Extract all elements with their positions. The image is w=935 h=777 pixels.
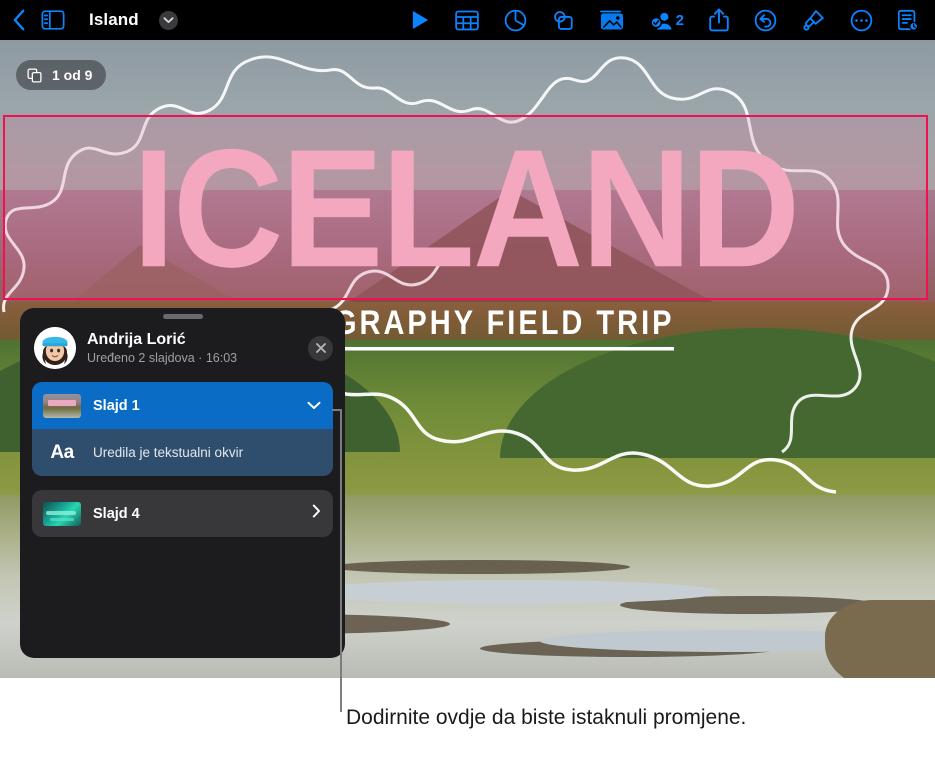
play-icon[interactable] [411,9,430,31]
shape-icon[interactable] [552,9,575,32]
activity-slide-1-detail-label: Uredila je tekstualni okvir [93,445,244,460]
activity-panel[interactable]: Andrija Lorić Uređeno 2 slajdova · 16:03… [20,308,345,658]
paintbrush-icon[interactable] [802,9,825,32]
callout-caption: Dodirnite ovdje da biste istaknuli promj… [346,706,747,729]
app-window: ICELAND GEOGRAPHY FIELD TRIP 1 od 9 Isla… [0,0,935,678]
photo-rock [825,600,935,678]
title-textbox[interactable]: ICELAND [3,115,928,300]
collaborate-icon [649,9,674,31]
close-icon[interactable] [308,335,333,361]
undo-icon[interactable] [754,9,777,32]
chart-icon[interactable] [504,9,527,32]
slide-1-thumbnail [43,393,81,418]
top-toolbar: Island 2 [0,0,935,40]
activity-panel-header: Andrija Lorić Uređeno 2 slajdova · 16:03 [20,319,345,369]
slide-title: ICELAND [132,113,801,302]
user-avatar [34,327,76,369]
collaborate-button[interactable]: 2 [649,9,684,31]
activity-slide-4-row[interactable]: Slajd 4 [32,490,333,537]
document-title[interactable]: Island [89,10,139,30]
slide-4-thumbnail [43,501,81,526]
collaborators-count: 2 [675,11,684,29]
chevron-right-icon[interactable] [312,504,321,523]
ellipsis-icon[interactable] [850,9,873,32]
activity-slide-1-row[interactable]: Slajd 1 [32,382,333,429]
activity-slide-4-label: Slajd 4 [93,505,140,522]
sidebar-toggle-icon[interactable] [41,10,65,30]
back-button[interactable] [12,8,27,32]
activity-slide-1-detail-row[interactable]: Aa Uredila je tekstualni okvir [32,429,333,476]
activity-entry-slide-4: Slajd 4 [32,490,333,537]
activity-person-name: Andrija Lorić [87,330,186,348]
photo-sandbar [330,560,630,574]
activity-person-subtitle: Uređeno 2 slajdova · 16:03 [87,350,238,365]
chevron-down-icon[interactable] [158,10,178,30]
activity-slide-1-label: Slajd 1 [93,397,140,414]
chevron-down-icon[interactable] [307,397,321,415]
slides-icon [26,67,43,84]
slide-count-badge[interactable]: 1 od 9 [16,60,107,90]
activity-entry-slide-1: Slajd 1 Aa Uredila je tekstualni okvir [32,382,333,476]
document-clock-icon[interactable] [898,8,919,32]
slide-count-label: 1 od 9 [52,67,93,83]
share-icon[interactable] [709,8,729,32]
table-icon[interactable] [454,10,479,31]
photo-river [300,580,720,604]
text-format-icon: Aa [50,441,74,463]
media-icon[interactable] [599,10,625,31]
